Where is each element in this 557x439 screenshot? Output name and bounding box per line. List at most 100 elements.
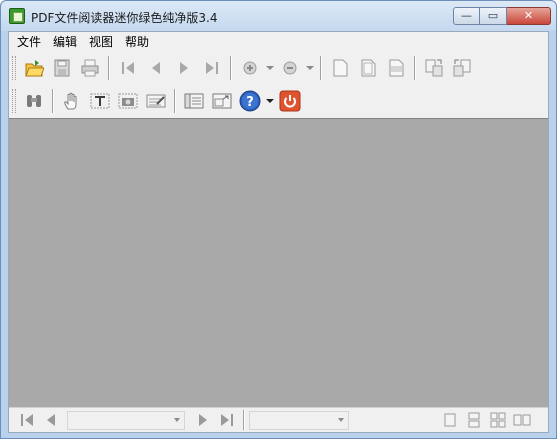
snapshot-button[interactable] xyxy=(114,88,142,114)
menu-view[interactable]: 视图 xyxy=(83,33,119,51)
find-button[interactable] xyxy=(20,88,48,114)
print-icon xyxy=(81,59,99,77)
maximize-button[interactable]: ▭ xyxy=(480,7,507,25)
chevron-down-icon xyxy=(338,417,344,422)
toolbar-grip[interactable] xyxy=(12,89,16,113)
status-first-page-button[interactable] xyxy=(15,409,39,431)
client-area: 文件 编辑 视图 帮助 ? xyxy=(8,31,549,433)
previous-page-icon xyxy=(47,414,55,426)
toolbar-separator xyxy=(174,89,176,113)
app-window: PDF文件阅读器迷你绿色纯净版3.4 — ▭ ✕ 文件 编辑 视图 帮助 ? xyxy=(0,0,557,439)
save-button[interactable] xyxy=(48,55,76,81)
last-page-button[interactable] xyxy=(198,55,226,81)
continuous-facing-view-icon xyxy=(513,414,531,426)
fit-width-button[interactable] xyxy=(382,55,410,81)
last-page-icon xyxy=(206,62,218,74)
single-page-view-icon xyxy=(444,413,456,427)
toolbar-separator xyxy=(230,56,232,80)
help-dropdown[interactable] xyxy=(264,88,276,114)
status-next-page-button[interactable] xyxy=(191,409,215,431)
single-page-icon xyxy=(333,59,348,77)
previous-page-icon xyxy=(152,62,160,74)
first-page-icon xyxy=(21,414,33,426)
title-bar[interactable]: PDF文件阅读器迷你绿色纯净版3.4 — ▭ ✕ xyxy=(1,1,556,31)
continuous-view-icon xyxy=(468,412,480,428)
main-toolbar xyxy=(9,52,548,84)
text-select-button[interactable] xyxy=(86,88,114,114)
window-controls: — ▭ ✕ xyxy=(453,7,551,25)
fit-page-icon xyxy=(361,59,376,77)
menu-file[interactable]: 文件 xyxy=(11,33,47,51)
hand-tool-button[interactable] xyxy=(58,88,86,114)
rotate-counterclockwise-icon xyxy=(453,59,471,77)
document-viewport[interactable] xyxy=(9,118,548,407)
first-page-button[interactable] xyxy=(114,55,142,81)
print-button[interactable] xyxy=(76,55,104,81)
bookmarks-panel-button[interactable] xyxy=(180,88,208,114)
continuous-view-button[interactable] xyxy=(462,409,486,431)
facing-view-button[interactable] xyxy=(486,409,510,431)
menu-help[interactable]: 帮助 xyxy=(119,33,155,51)
page-number-combo[interactable] xyxy=(67,410,185,430)
chevron-down-icon xyxy=(174,417,180,422)
next-page-icon xyxy=(180,62,188,74)
chevron-down-icon xyxy=(306,66,314,70)
zoom-in-dropdown[interactable] xyxy=(264,55,276,81)
continuous-facing-view-button[interactable] xyxy=(510,409,534,431)
status-previous-page-button[interactable] xyxy=(39,409,63,431)
help-button[interactable]: ? xyxy=(236,88,264,114)
last-page-icon xyxy=(221,414,233,426)
hand-icon xyxy=(64,92,77,110)
bookmarks-panel-icon xyxy=(184,93,204,109)
rotate-clockwise-icon xyxy=(425,59,443,77)
next-page-button[interactable] xyxy=(170,55,198,81)
toolbar-separator xyxy=(320,56,322,80)
open-icon xyxy=(25,60,44,77)
status-last-page-button[interactable] xyxy=(215,409,239,431)
app-icon xyxy=(9,8,25,24)
annotate-icon xyxy=(146,94,166,108)
exit-button[interactable] xyxy=(276,88,304,114)
camera-icon xyxy=(118,93,138,109)
toolbar-separator xyxy=(108,56,110,80)
annotate-button[interactable] xyxy=(142,88,170,114)
chevron-down-icon xyxy=(266,66,274,70)
zoom-in-icon xyxy=(243,61,257,75)
window-title: PDF文件阅读器迷你绿色纯净版3.4 xyxy=(31,11,218,25)
maximize-icon: ▭ xyxy=(487,9,499,22)
menu-bar: 文件 编辑 视图 帮助 xyxy=(9,32,548,51)
navigation-bar xyxy=(9,407,548,432)
toolbar-separator xyxy=(52,89,54,113)
menu-edit[interactable]: 编辑 xyxy=(47,33,83,51)
first-page-icon xyxy=(122,62,134,74)
toolbar-separator xyxy=(414,56,416,80)
single-page-view-button[interactable] xyxy=(438,409,462,431)
fit-width-icon xyxy=(389,59,404,77)
zoom-out-icon xyxy=(283,61,297,75)
fit-page-button[interactable] xyxy=(354,55,382,81)
help-icon: ? xyxy=(239,90,261,112)
previous-page-button[interactable] xyxy=(142,55,170,81)
tools-toolbar: ? xyxy=(9,85,548,117)
zoom-out-button[interactable] xyxy=(276,55,304,81)
close-button[interactable]: ✕ xyxy=(507,7,551,25)
zoom-combo[interactable] xyxy=(249,410,349,430)
zoom-out-dropdown[interactable] xyxy=(304,55,316,81)
status-separator xyxy=(243,410,245,430)
chevron-down-icon xyxy=(266,99,274,103)
svg-text:?: ? xyxy=(246,95,254,110)
facing-view-icon xyxy=(490,412,506,428)
text-select-icon xyxy=(90,93,110,109)
fullscreen-button[interactable] xyxy=(208,88,236,114)
save-icon xyxy=(54,59,70,77)
minimize-icon: — xyxy=(461,9,472,22)
toolbar-grip[interactable] xyxy=(12,56,16,80)
power-icon xyxy=(279,90,301,112)
rotate-counterclockwise-button[interactable] xyxy=(448,55,476,81)
open-button[interactable] xyxy=(20,55,48,81)
minimize-button[interactable]: — xyxy=(453,7,480,25)
zoom-in-button[interactable] xyxy=(236,55,264,81)
fullscreen-icon xyxy=(212,93,232,109)
rotate-clockwise-button[interactable] xyxy=(420,55,448,81)
single-page-button[interactable] xyxy=(326,55,354,81)
